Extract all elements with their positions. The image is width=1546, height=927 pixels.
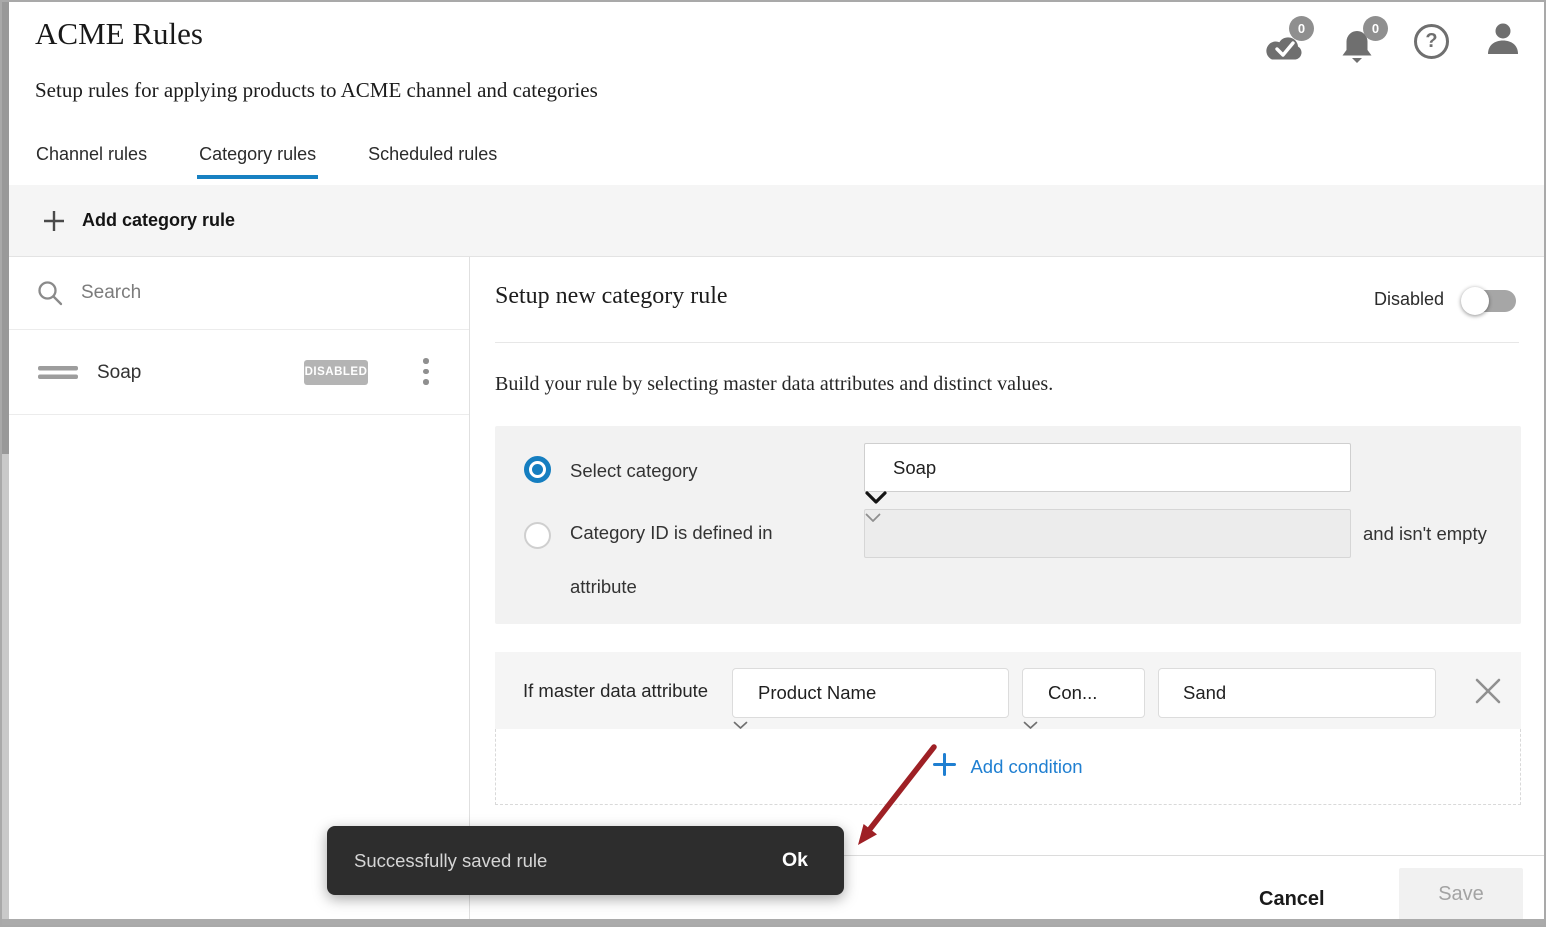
operator-select-value: Con... bbox=[1023, 669, 1144, 717]
rule-name: Soap bbox=[97, 330, 141, 415]
condition-value-input[interactable] bbox=[1158, 668, 1436, 718]
chevron-down-icon bbox=[733, 717, 748, 734]
attribute-select-value: Product Name bbox=[733, 669, 1008, 717]
toast-message: Successfully saved rule bbox=[354, 826, 547, 895]
save-button[interactable]: Save bbox=[1399, 868, 1523, 921]
toast-notification: Successfully saved rule Ok bbox=[327, 826, 844, 895]
left-scrollbar[interactable] bbox=[2, 2, 9, 919]
toggle-knob bbox=[1461, 287, 1489, 315]
disabled-toggle[interactable] bbox=[1464, 290, 1516, 312]
search-row bbox=[9, 257, 469, 330]
tasks-button[interactable]: 0 bbox=[1262, 16, 1314, 68]
plus-icon bbox=[933, 753, 956, 781]
tab-scheduled-rules[interactable]: Scheduled rules bbox=[366, 132, 499, 179]
remove-condition-icon[interactable] bbox=[1472, 675, 1504, 707]
search-input[interactable] bbox=[81, 275, 441, 311]
add-category-rule-label: Add category rule bbox=[82, 185, 235, 256]
rule-editor-panel: Setup new category rule Disabled Build y… bbox=[470, 257, 1544, 919]
disabled-toggle-label: Disabled bbox=[1374, 289, 1444, 310]
tab-bar: Channel rules Category rules Scheduled r… bbox=[34, 132, 499, 179]
tab-category-rules[interactable]: Category rules bbox=[197, 132, 318, 179]
chevron-down-icon bbox=[865, 510, 881, 527]
scrollbar-thumb[interactable] bbox=[2, 2, 9, 454]
editor-title: Setup new category rule bbox=[495, 283, 728, 310]
rule-list-panel: Soap DISABLED bbox=[9, 257, 470, 919]
category-id-attribute-label: Category ID is defined in attribute bbox=[570, 506, 800, 614]
radio-select-category[interactable] bbox=[524, 456, 551, 483]
status-badge: DISABLED bbox=[304, 360, 368, 385]
isnt-empty-label: and isn't empty bbox=[1363, 509, 1487, 558]
drag-handle-icon[interactable] bbox=[38, 366, 78, 385]
toast-ok-button[interactable]: Ok bbox=[782, 826, 808, 895]
add-category-rule-button[interactable]: Add category rule bbox=[9, 185, 1544, 257]
editor-description: Build your rule by selecting master data… bbox=[495, 373, 1053, 396]
chevron-down-icon bbox=[865, 491, 887, 508]
condition-prefix-label: If master data attribute bbox=[523, 652, 708, 729]
condition-panel: If master data attribute Product Name Co… bbox=[495, 652, 1521, 805]
tab-channel-rules[interactable]: Channel rules bbox=[34, 132, 149, 179]
attribute-dropdown-disabled[interactable] bbox=[864, 509, 1351, 558]
radio-category-id-attribute[interactable] bbox=[524, 522, 551, 549]
notifications-button[interactable]: 0 bbox=[1336, 16, 1388, 68]
window-bottom-edge bbox=[2, 919, 1544, 925]
add-condition-label: Add condition bbox=[970, 756, 1082, 778]
notifications-count-badge: 0 bbox=[1363, 16, 1388, 41]
profile-button[interactable] bbox=[1484, 20, 1522, 60]
kebab-menu-icon[interactable] bbox=[412, 356, 440, 390]
help-icon[interactable]: ? bbox=[1414, 24, 1449, 59]
attribute-select[interactable]: Product Name bbox=[732, 668, 1009, 718]
page-subtitle: Setup rules for applying products to ACM… bbox=[35, 78, 598, 103]
condition-row: If master data attribute Product Name Co… bbox=[495, 652, 1521, 729]
cancel-button[interactable]: Cancel bbox=[1253, 884, 1331, 915]
divider bbox=[495, 342, 1519, 343]
operator-select[interactable]: Con... bbox=[1022, 668, 1145, 718]
select-category-label: Select category bbox=[570, 460, 698, 482]
rule-list-item[interactable]: Soap DISABLED bbox=[9, 330, 469, 415]
app-window: ACME Rules Setup rules for applying prod… bbox=[0, 0, 1546, 927]
category-dropdown[interactable]: Soap bbox=[864, 443, 1351, 492]
category-selection-panel: Select category Soap Category ID is defi… bbox=[495, 426, 1521, 624]
category-dropdown-value: Soap bbox=[865, 444, 1350, 491]
add-condition-button[interactable]: Add condition bbox=[495, 729, 1521, 805]
page-title: ACME Rules bbox=[35, 16, 203, 52]
chevron-down-icon bbox=[1023, 717, 1038, 734]
tasks-count-badge: 0 bbox=[1289, 16, 1314, 41]
